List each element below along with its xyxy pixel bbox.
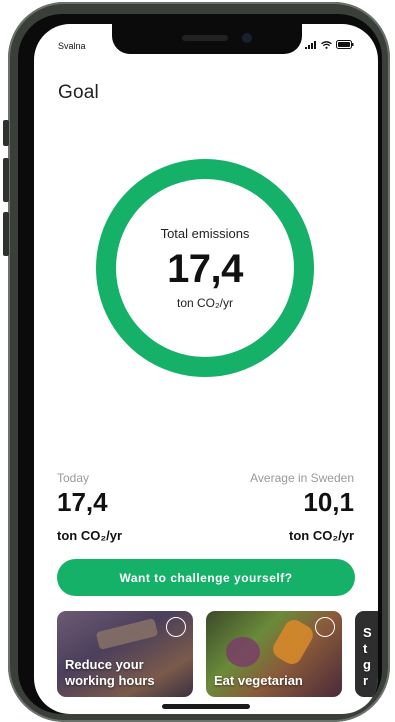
total-emissions-value: 17,4 xyxy=(167,247,243,291)
average-label: Average in Sweden xyxy=(250,471,354,485)
card-photo-detail xyxy=(95,618,159,650)
average-unit: ton CO₂/yr xyxy=(289,528,354,543)
check-circle-icon[interactable] xyxy=(315,617,335,637)
today-unit: ton CO₂/yr xyxy=(57,528,122,543)
average-value: 10,1 xyxy=(303,487,354,517)
speaker-grille xyxy=(182,35,228,41)
card-eat-vegetarian[interactable]: Eat vegetarian xyxy=(206,611,342,697)
notch xyxy=(112,24,302,54)
wifi-icon xyxy=(321,40,332,49)
volume-up-button xyxy=(3,158,9,202)
card-label: Reduce your working hours xyxy=(65,657,155,688)
ring-unit: ton CO₂/yr xyxy=(176,296,233,310)
battery-icon xyxy=(336,40,354,49)
app-screen: Svalna Goal Total emissions 17,4 ton CO₂… xyxy=(34,24,378,714)
card-label: St gr xyxy=(363,625,372,688)
card-partial[interactable]: St gr xyxy=(355,611,378,697)
challenge-button[interactable]: Want to challenge yourself? xyxy=(57,559,355,596)
signal-icon xyxy=(305,40,316,49)
ring-text: Total emissions 17,4 ton CO₂/yr xyxy=(96,159,314,377)
emissions-ring: Total emissions 17,4 ton CO₂/yr xyxy=(96,159,314,377)
today-value: 17,4 xyxy=(57,487,108,517)
card-photo-detail xyxy=(269,616,317,668)
silent-switch xyxy=(3,120,9,146)
page-title: Goal xyxy=(58,82,99,103)
card-reduce-working-hours[interactable]: Reduce your working hours xyxy=(57,611,193,697)
status-icons xyxy=(305,40,354,49)
home-indicator xyxy=(162,704,250,709)
ring-caption: Total emissions xyxy=(160,226,250,241)
check-circle-icon[interactable] xyxy=(166,617,186,637)
card-label: Eat vegetarian xyxy=(214,673,303,688)
card-photo-detail xyxy=(226,637,260,667)
carrier-label: Svalna xyxy=(58,41,86,51)
volume-down-button xyxy=(3,212,9,256)
today-label: Today xyxy=(57,471,90,485)
front-camera xyxy=(242,33,252,43)
